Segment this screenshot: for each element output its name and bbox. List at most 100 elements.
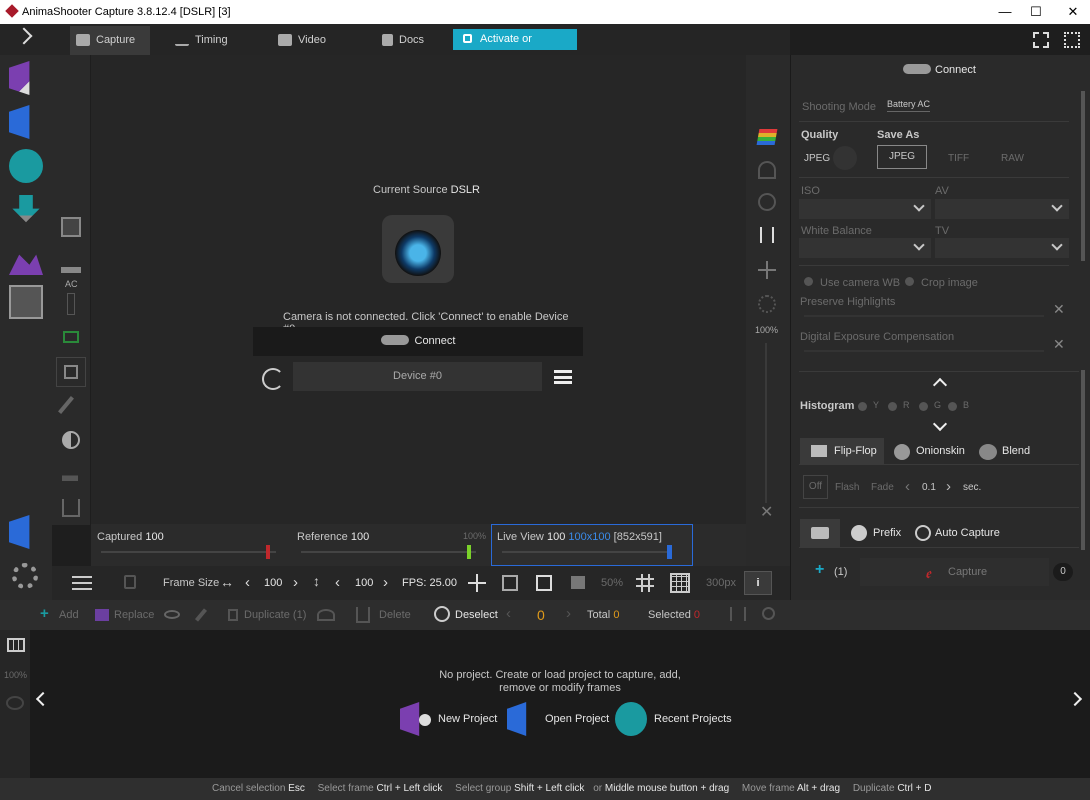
quality-dial[interactable] <box>833 146 857 170</box>
settings-gear-icon[interactable] <box>12 563 38 589</box>
fps-label[interactable]: FPS: 25.00 <box>402 577 457 589</box>
hist-r-radio[interactable] <box>888 402 897 411</box>
mask-icon[interactable] <box>571 576 585 589</box>
height-decrease-button[interactable]: ‹ <box>335 574 340 591</box>
flip-fade-button[interactable]: Fade <box>871 482 894 493</box>
tab-video[interactable]: Video <box>278 26 338 55</box>
frame-border-icon[interactable] <box>536 575 552 591</box>
tv-select[interactable] <box>935 238 1069 258</box>
dec-clear-icon[interactable]: ✕ <box>1053 336 1065 353</box>
search-project-icon[interactable] <box>9 515 30 549</box>
maximize-button[interactable]: ☐ <box>1021 2 1051 22</box>
rp-connect-button[interactable]: Connect <box>903 64 1013 76</box>
frames-icon[interactable] <box>9 285 43 319</box>
captured-slot[interactable]: Captured 100 <box>91 524 291 566</box>
contrast-icon[interactable] <box>62 431 80 449</box>
flip-increase-button[interactable]: › <box>946 478 951 495</box>
activate-button[interactable]: Activate or Evaluate <box>453 29 577 66</box>
tab-capture[interactable]: Capture <box>70 26 150 55</box>
unlock-icon[interactable] <box>124 575 136 589</box>
grid-view-icon[interactable] <box>7 638 25 652</box>
flip-decrease-button[interactable]: ‹ <box>905 478 910 495</box>
onion-tool-icon[interactable] <box>62 499 80 517</box>
live-view-slot[interactable]: Live View 100 100x100 [852x591] <box>491 524 693 566</box>
green-frame-icon[interactable] <box>63 331 79 343</box>
captured-slider-handle[interactable] <box>266 545 270 559</box>
deselect-button[interactable]: Deselect <box>455 609 498 621</box>
expand-icon[interactable] <box>1064 32 1080 48</box>
flip-off-button[interactable]: Off <box>803 475 828 499</box>
zoom-slider[interactable] <box>765 343 767 503</box>
live-slider-handle[interactable] <box>667 545 672 559</box>
height-increase-button[interactable]: › <box>383 574 388 591</box>
add-button[interactable]: Add <box>59 609 79 621</box>
color-layers-icon[interactable] <box>756 129 778 145</box>
collapse-up-icon[interactable] <box>932 377 948 393</box>
tab-timing[interactable]: Timing <box>175 26 245 55</box>
new-project-icon[interactable] <box>9 61 30 95</box>
preserve-highlights-clear-icon[interactable]: ✕ <box>1053 301 1065 318</box>
rotate-icon[interactable] <box>758 193 776 211</box>
menu-icon[interactable] <box>554 370 572 384</box>
prev-frame-button[interactable]: ‹ <box>506 605 511 622</box>
hist-g-radio[interactable] <box>919 402 928 411</box>
search-icon[interactable] <box>762 607 775 620</box>
reference-slider-handle[interactable] <box>467 545 471 559</box>
capture-button[interactable]: Capture <box>860 558 1049 586</box>
hist-y-radio[interactable] <box>858 402 867 411</box>
ac-slider[interactable] <box>67 293 75 315</box>
flip-value[interactable]: 0.1 <box>922 482 936 493</box>
recent-projects-button[interactable]: Recent Projects <box>654 713 732 725</box>
preserve-highlights-slider[interactable] <box>804 315 1044 317</box>
refresh-icon[interactable] <box>262 368 284 390</box>
open-project-button[interactable]: Open Project <box>545 713 609 725</box>
minimize-button[interactable]: — <box>990 2 1020 22</box>
brush-icon[interactable] <box>58 396 74 414</box>
av-select[interactable] <box>935 199 1069 219</box>
connect-button[interactable]: Connect <box>253 327 583 356</box>
target-icon[interactable] <box>758 295 776 313</box>
use-camera-wb-radio[interactable] <box>804 277 813 286</box>
layers-tool-icon[interactable] <box>61 217 81 237</box>
iso-select[interactable] <box>799 199 931 219</box>
next-frame-button[interactable]: › <box>566 605 571 622</box>
image-icon[interactable] <box>9 254 43 275</box>
rp-lower-scrollbar[interactable] <box>1081 370 1085 550</box>
crosshair-icon[interactable] <box>468 574 486 592</box>
close-view-icon[interactable]: ✕ <box>760 502 773 522</box>
grid-dense-icon[interactable] <box>670 573 690 593</box>
eye-icon[interactable] <box>164 610 180 619</box>
levels-icon[interactable] <box>62 467 78 481</box>
settings-sliders-icon[interactable] <box>72 576 92 590</box>
eraser-icon[interactable] <box>194 608 208 622</box>
replace-button[interactable]: Replace <box>114 609 154 621</box>
new-project-button[interactable]: New Project <box>438 713 497 725</box>
fullscreen-icon[interactable] <box>1033 32 1049 48</box>
undo-icon[interactable] <box>317 609 335 621</box>
info-button[interactable]: i <box>744 571 772 595</box>
save-jpeg-button[interactable]: JPEG <box>877 145 927 169</box>
grid-icon[interactable] <box>636 574 654 592</box>
expand-down-icon[interactable] <box>932 416 948 432</box>
width-increase-button[interactable]: › <box>293 574 298 591</box>
recent-projects-icon[interactable] <box>9 149 43 183</box>
crop-image-radio[interactable] <box>905 277 914 286</box>
histogram-tool-icon[interactable] <box>61 253 81 273</box>
safe-area-icon[interactable] <box>502 575 518 591</box>
save-tiff-button[interactable]: TIFF <box>948 153 969 164</box>
loop-icon[interactable] <box>6 696 24 710</box>
add-frame-icon[interactable]: + <box>40 605 49 622</box>
delete-button[interactable]: Delete <box>379 609 411 621</box>
mirror-icon[interactable] <box>730 607 746 621</box>
width-decrease-button[interactable]: ‹ <box>245 574 250 591</box>
tab-docs[interactable]: Docs <box>382 26 442 55</box>
white-balance-select[interactable] <box>799 238 931 258</box>
flip-flash-button[interactable]: Flash <box>835 482 859 493</box>
width-value[interactable]: 100 <box>264 577 282 589</box>
capture-settings-tab[interactable] <box>800 519 840 547</box>
open-project-icon[interactable] <box>9 105 30 139</box>
close-button[interactable]: ✕ <box>1058 2 1088 22</box>
current-frame[interactable]: 0 <box>537 607 545 623</box>
height-value[interactable]: 100 <box>355 577 373 589</box>
save-raw-button[interactable]: RAW <box>1001 153 1024 164</box>
